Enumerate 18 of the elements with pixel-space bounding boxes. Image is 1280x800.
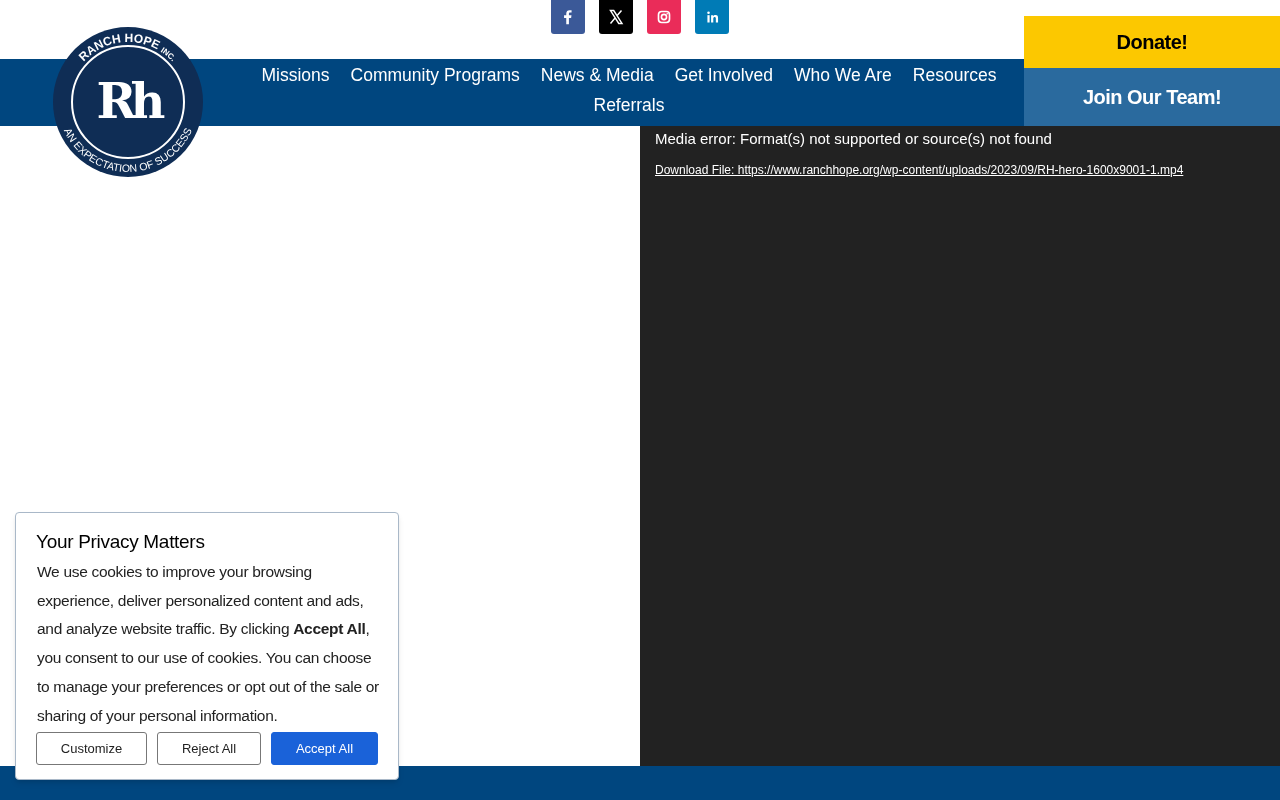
nav-link[interactable]: Who We Are xyxy=(793,60,892,90)
consent-button[interactable]: Accept All xyxy=(271,732,378,766)
error-message: Media error: Format(s) not supported or source(s) not found xyxy=(655,130,1053,148)
banner-text: We use cookies to improve your browsing experience, deliver personalized content and ads, and analyze website traffic. By clicking Accept All, you consent to our use of cookies. You can choose to manage your preferences or opt out of the sale or sharing of your personal information. xyxy=(36,562,380,726)
social-link[interactable] xyxy=(551,0,585,34)
join-button[interactable]: Join Our Team! xyxy=(1024,68,1280,126)
nav-link[interactable]: Missions xyxy=(261,60,330,90)
customize-button[interactable]: Customize xyxy=(36,732,147,766)
nav-link[interactable]: Referrals xyxy=(593,90,665,120)
nav-link[interactable]: News & Media xyxy=(540,60,654,90)
consent-button[interactable]: Reject All xyxy=(157,732,261,766)
nav-link[interactable]: Community Programs xyxy=(350,60,520,90)
nav-link[interactable]: Get Involved xyxy=(674,60,773,90)
banner-title: Your Privacy Matters xyxy=(36,530,206,554)
nav-link[interactable]: Resources xyxy=(912,60,997,90)
donate-button[interactable]: Donate! xyxy=(1024,16,1280,68)
download-link[interactable]: Download File: https://www.ranchhope.org/wp-content/uploads/2023/09/RH-hero-1600x9001-1.mp4 xyxy=(655,161,1265,179)
social-link[interactable] xyxy=(599,0,633,34)
